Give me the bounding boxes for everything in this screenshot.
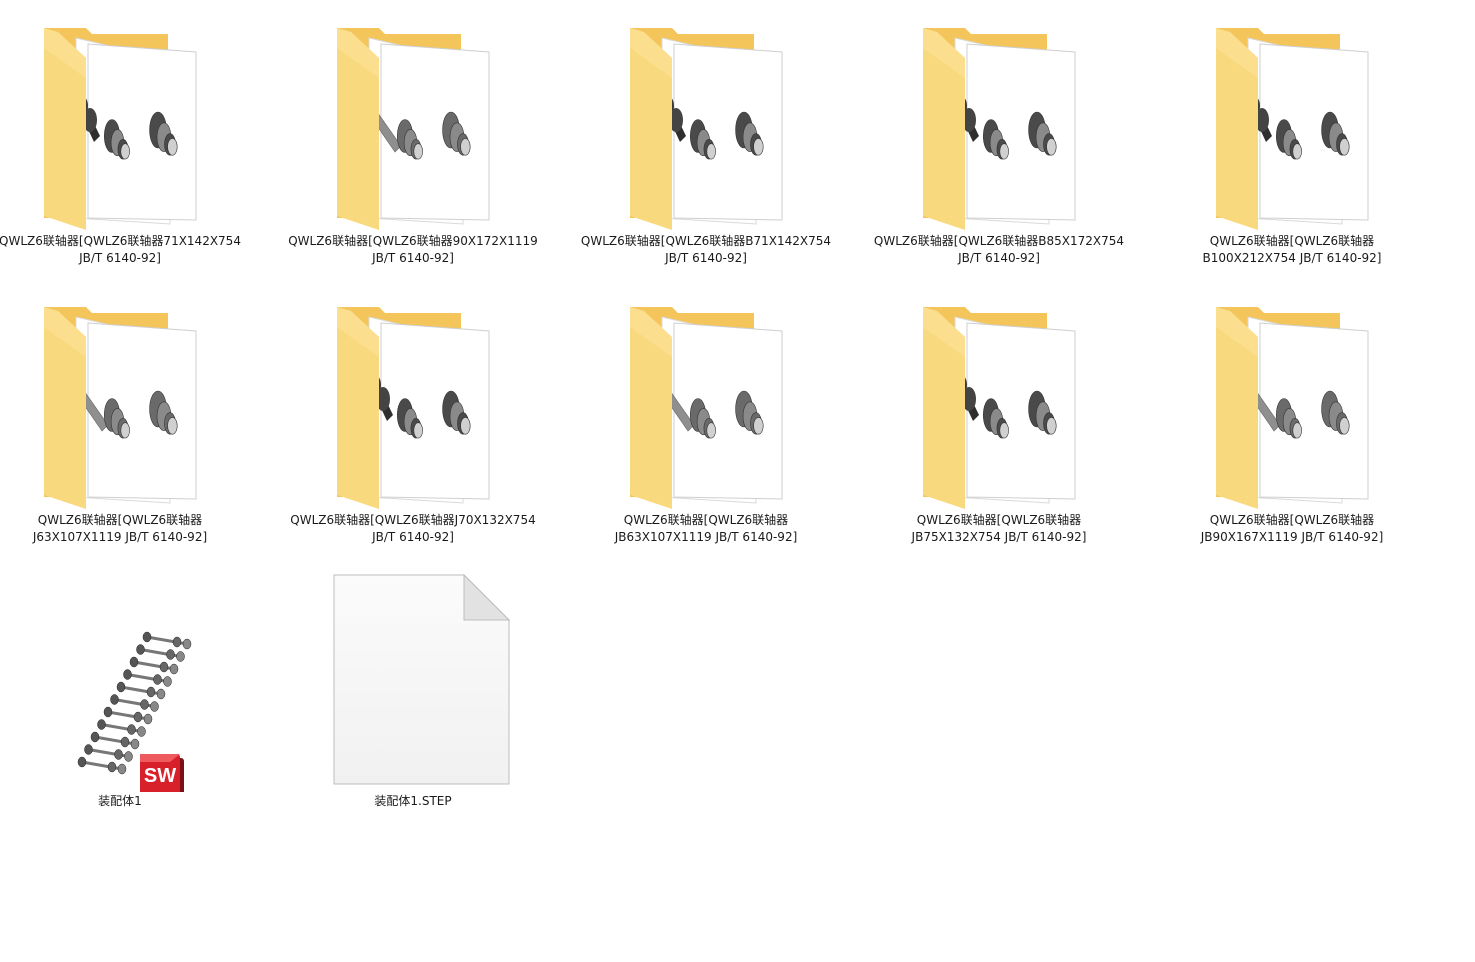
folder-item[interactable]: QWLZ6联轴器[QWLZ6联轴器 J63X107X1119 JB∕T 6140-…: [0, 297, 260, 546]
step-file[interactable]: 装配体1.STEP: [273, 572, 553, 810]
blank-document-icon: [313, 572, 513, 787]
folder-item[interactable]: QWLZ6联轴器[QWLZ6联轴器 JB63X107X1119 JB∕T 6140…: [566, 297, 846, 546]
folder-icon: [313, 18, 513, 233]
folder-icon: [606, 297, 806, 512]
folder-item[interactable]: QWLZ6联轴器[QWLZ6联轴器B85X172X754 JB∕T 6140-92…: [859, 18, 1139, 267]
folder-name: QWLZ6联轴器[QWLZ6联轴器 B100X212X754 JB∕T 6140-…: [1202, 234, 1382, 265]
folder-item[interactable]: QWLZ6联轴器[QWLZ6联轴器 JB90X167X1119 JB∕T 6140…: [1152, 297, 1432, 546]
folder-item[interactable]: QWLZ6联轴器[QWLZ6联轴器 B100X212X754 JB∕T 6140-…: [1152, 18, 1432, 267]
folder-name: QWLZ6联轴器[QWLZ6联轴器B71X142X754 JB∕T 6140-92…: [580, 234, 832, 265]
solidworks-assembly-icon: SW: [20, 572, 220, 798]
file-name: 装配体1.STEP: [374, 794, 452, 808]
assembly-preview: SW: [77, 631, 192, 798]
solidworks-assembly-file[interactable]: SW 装配体1: [0, 572, 260, 810]
folder-icon: [1192, 18, 1392, 233]
folder-name: QWLZ6联轴器[QWLZ6联轴器90X172X1119 JB∕T 6140-92…: [288, 234, 538, 265]
folder-name: QWLZ6联轴器[QWLZ6联轴器 JB63X107X1119 JB∕T 6140…: [614, 513, 798, 544]
file-explorer-large-icons-view: QWLZ6联轴器[QWLZ6联轴器71X142X754 JB∕T 6140-92]…: [0, 0, 1475, 962]
folder-item[interactable]: QWLZ6联轴器[QWLZ6联轴器J70X132X754 JB∕T 6140-92…: [273, 297, 553, 546]
folder-item[interactable]: QWLZ6联轴器[QWLZ6联轴器 JB75X132X754 JB∕T 6140-…: [859, 297, 1139, 546]
folder-item[interactable]: QWLZ6联轴器[QWLZ6联轴器B71X142X754 JB∕T 6140-92…: [566, 18, 846, 267]
folder-icon: [313, 297, 513, 512]
folder-name: QWLZ6联轴器[QWLZ6联轴器71X142X754 JB∕T 6140-92]: [0, 234, 241, 265]
folder-icon: [899, 297, 1099, 512]
folder-item[interactable]: QWLZ6联轴器[QWLZ6联轴器71X142X754 JB∕T 6140-92]: [0, 18, 260, 267]
folder-icon: [606, 18, 806, 233]
folder-icon: [899, 18, 1099, 233]
folder-name: QWLZ6联轴器[QWLZ6联轴器 JB90X167X1119 JB∕T 6140…: [1200, 513, 1384, 544]
svg-text:SW: SW: [144, 765, 176, 787]
solidworks-logo-icon: SW: [140, 754, 184, 798]
folder-item[interactable]: QWLZ6联轴器[QWLZ6联轴器90X172X1119 JB∕T 6140-92…: [273, 18, 553, 267]
folder-icon: [20, 18, 220, 233]
folder-icon: [1192, 297, 1392, 512]
folder-name: QWLZ6联轴器[QWLZ6联轴器 JB75X132X754 JB∕T 6140-…: [911, 513, 1087, 544]
folder-icon: [20, 297, 220, 512]
assembly-part: [142, 631, 192, 650]
folder-name: QWLZ6联轴器[QWLZ6联轴器B85X172X754 JB∕T 6140-92…: [873, 234, 1125, 265]
folder-name: QWLZ6联轴器[QWLZ6联轴器J70X132X754 JB∕T 6140-92…: [290, 513, 536, 544]
scrollbar-track[interactable]: [1467, 0, 1475, 962]
folder-name: QWLZ6联轴器[QWLZ6联轴器 J63X107X1119 JB∕T 6140-…: [32, 513, 208, 544]
file-name: 装配体1: [98, 794, 142, 808]
